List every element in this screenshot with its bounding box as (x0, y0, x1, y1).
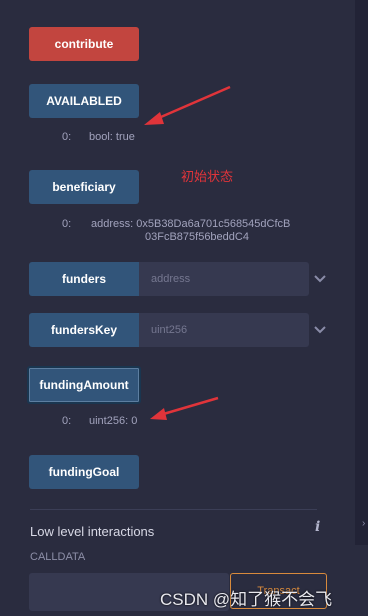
info-icon[interactable]: i (315, 519, 323, 535)
funders-button[interactable]: funders (29, 262, 139, 296)
calldata-label: CALLDATA (30, 551, 86, 563)
chevron-down-icon[interactable] (312, 322, 328, 338)
funderskey-uint256-input[interactable] (139, 313, 309, 347)
chevron-down-icon[interactable] (312, 271, 328, 287)
red-arrow-icon (150, 396, 219, 420)
output-value: bool: true (89, 131, 135, 143)
output-value-line1: address: 0x5B38Da6a701c568545dCfcB (91, 218, 291, 230)
remix-deploy-panel: › contribute AVAILABLED 0: bool: true 初始… (0, 0, 368, 616)
funderskey-button[interactable]: fundersKey (29, 313, 139, 347)
section-divider (30, 509, 317, 510)
availabled-button[interactable]: AVAILABLED (29, 84, 139, 118)
fundinggoal-button[interactable]: fundingGoal (29, 455, 139, 489)
output-value: uint256: 0 (89, 415, 138, 427)
beneficiary-button[interactable]: beneficiary (29, 170, 139, 204)
output-index: 0: (62, 131, 72, 143)
fundingamount-button[interactable]: fundingAmount (27, 366, 141, 404)
csdn-watermark: CSDN @知了猴不会飞 (160, 590, 333, 609)
side-scrollbar-track[interactable] (355, 0, 368, 545)
red-arrow-icon (144, 85, 231, 125)
output-index: 0: (62, 415, 72, 427)
availabled-output: 0: bool: true (62, 131, 262, 144)
low-level-interactions-title: Low level interactions (30, 524, 155, 539)
side-strip-bottom (355, 545, 368, 616)
contribute-button[interactable]: contribute (29, 27, 139, 61)
annotation-initial-state: 初始状态 (181, 169, 234, 184)
beneficiary-output: 0: address: 0x5B38Da6a701c568545dCfcB 03… (62, 218, 322, 246)
funders-address-input[interactable] (139, 262, 309, 296)
collapse-chevron-icon[interactable]: › (362, 518, 365, 529)
output-value-line2: 03FcB875f56beddC4 (145, 231, 249, 243)
output-index: 0: (62, 218, 72, 230)
